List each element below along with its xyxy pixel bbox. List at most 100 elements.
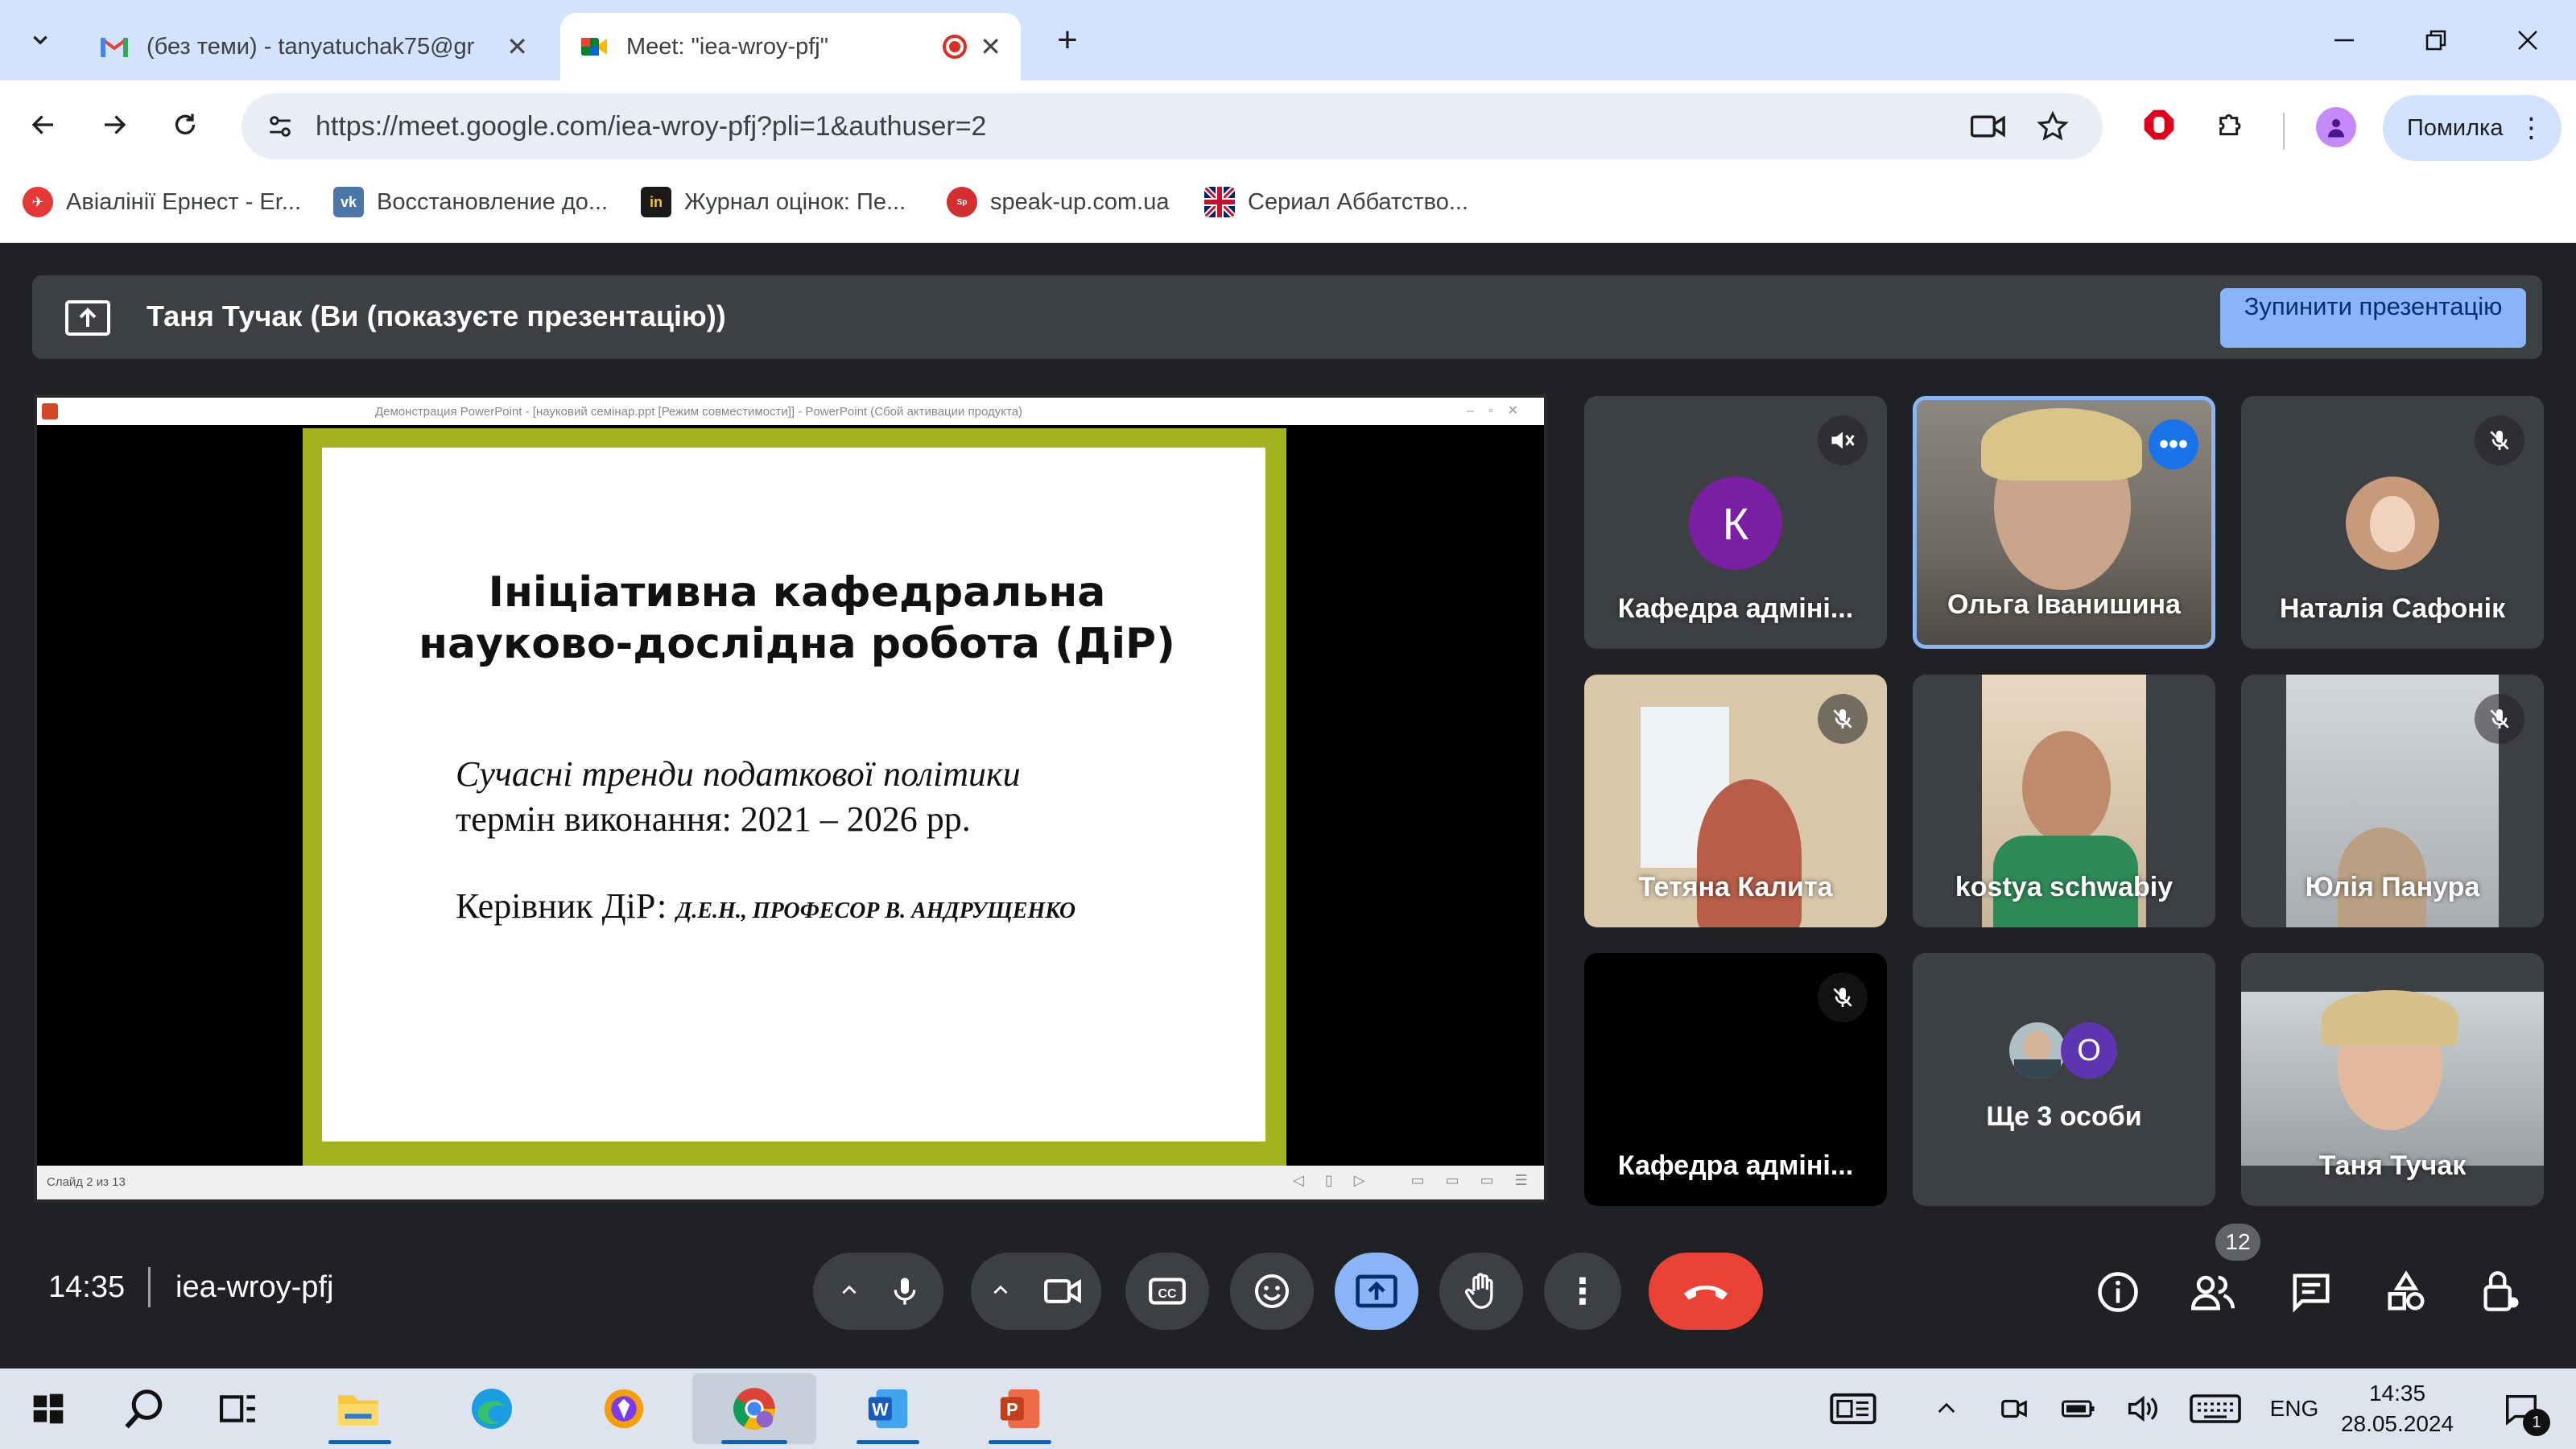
meeting-code: iea-wroy-pfj [175, 1270, 334, 1304]
taskbar-powerpoint[interactable]: P [958, 1373, 1082, 1444]
tab-search-button[interactable] [14, 14, 66, 66]
presenter-label: Таня Тучак (Ви (показуєте презентацію)) [147, 299, 726, 332]
slide: Ініціативна кафедральна науково-дослідна… [322, 448, 1265, 1141]
participant-figure [1697, 779, 1802, 927]
tray-camera-icon[interactable] [1992, 1385, 2037, 1433]
call-end-icon [1684, 1285, 1728, 1300]
participant-tile[interactable]: kostya schwabiy [1913, 675, 2215, 927]
people-button[interactable] [2185, 1264, 2241, 1320]
participant-tile[interactable]: Юлія Панура [2241, 675, 2544, 927]
tab-meet[interactable]: Meet: "iea-wroy-pfj" ✕ [560, 13, 1021, 80]
clock[interactable]: 14:35 28.05.2024 [2341, 1381, 2454, 1436]
notifications-button[interactable]: 1 [2491, 1385, 2552, 1436]
meet-icon [580, 32, 609, 61]
profile-error-chip[interactable]: Помилка ⋮ [2383, 95, 2562, 161]
tab-strip: (без теми) - tanyatuchak75@gr ✕ Meet: "i… [0, 0, 2576, 80]
taskbar-edge[interactable] [431, 1373, 552, 1444]
new-tab-button[interactable]: + [1042, 14, 1093, 66]
folder-icon [338, 1395, 378, 1426]
running-indicator [721, 1440, 787, 1444]
participant-tile[interactable]: Наталія Сафонік [2241, 396, 2544, 649]
participant-tile[interactable]: Тетяна Калита [1584, 675, 1887, 927]
minimize-button[interactable] [2318, 14, 2370, 66]
taskbar-word[interactable]: W [826, 1373, 950, 1444]
camera-button[interactable] [1024, 1253, 1101, 1330]
participant-tile[interactable]: Таня Тучак [2241, 953, 2544, 1206]
restore-button[interactable] [2410, 14, 2462, 66]
meeting-details-button[interactable] [2090, 1264, 2146, 1320]
start-button[interactable] [0, 1373, 97, 1444]
present-button[interactable] [1335, 1253, 1418, 1330]
powerpoint-icon: P [1000, 1389, 1040, 1429]
stop-presenting-button[interactable]: Зупинити презентацію [2220, 288, 2526, 348]
taskbar-vpn-browser[interactable] [564, 1373, 684, 1444]
volume-off-icon [1818, 415, 1868, 465]
activities-button[interactable] [2378, 1264, 2434, 1320]
reload-button[interactable] [159, 99, 211, 151]
bookmark-star-button[interactable] [2027, 101, 2079, 152]
chat-button[interactable] [2283, 1264, 2339, 1320]
mic-button[interactable] [866, 1253, 943, 1330]
profile-avatar-button[interactable] [2310, 101, 2362, 153]
video-camera-icon [1971, 115, 2005, 138]
host-controls-button[interactable] [2473, 1264, 2529, 1320]
extensions-button[interactable] [2206, 99, 2257, 151]
close-icon[interactable]: ✕ [506, 31, 528, 62]
battery-button[interactable] [2054, 1385, 2103, 1433]
news-widget-button[interactable] [1823, 1385, 1884, 1433]
address-bar[interactable]: https://meet.google.com/iea-wroy-pfj?pli… [242, 93, 2103, 159]
taskbar-chrome[interactable] [692, 1373, 816, 1444]
separator [148, 1267, 151, 1307]
puzzle-icon [2219, 114, 2241, 136]
powerpoint-titlebar: Демонстрация PowerPoint - [науковий семі… [37, 398, 1544, 425]
reactions-button[interactable] [1230, 1253, 1314, 1330]
forward-button[interactable] [89, 99, 140, 151]
back-button[interactable] [18, 99, 69, 151]
camera-in-use-button[interactable] [1963, 101, 2014, 152]
avatar [2346, 477, 2439, 570]
taskbar-file-explorer[interactable] [299, 1373, 417, 1444]
bookmark-item[interactable]: in Журнал оцінок: Пе... [641, 187, 906, 217]
leave-call-button[interactable] [1649, 1253, 1763, 1330]
view-controls-icon: ◁▯▷ ▭▭▭☰ [1293, 1172, 1549, 1188]
tab-gmail[interactable]: (без теми) - tanyatuchak75@gr ✕ [80, 13, 547, 80]
bookmark-item[interactable]: Сериал Аббатство... [1204, 187, 1468, 217]
bookmark-item[interactable]: Sp speak-up.com.ua [947, 187, 1169, 217]
extension-adblock-button[interactable] [2133, 99, 2185, 151]
arrow-left-icon [31, 115, 53, 134]
participant-name: Ольга Іванишина [1947, 589, 2181, 620]
mic-icon [894, 1278, 916, 1305]
participant-tile[interactable]: ••• Ольга Іванишина [1913, 396, 2215, 649]
participant-tile[interactable]: К Кафедра адміні... [1584, 396, 1887, 649]
chevron-up-icon [993, 1285, 1008, 1294]
participant-tile[interactable]: Кафедра адміні... [1584, 953, 1887, 1206]
bookmark-label: Восстановление до... [377, 188, 609, 215]
running-indicator [857, 1440, 919, 1444]
tray-overflow-button[interactable] [1924, 1385, 1969, 1433]
close-window-button[interactable] [2502, 14, 2553, 66]
participant-name: Таня Тучак [2318, 1150, 2467, 1181]
bookmark-item[interactable]: vk Восстановление до... [333, 187, 608, 217]
chevron-up-icon [1938, 1402, 1955, 1413]
captions-button[interactable]: CC [1125, 1253, 1209, 1330]
more-options-button[interactable]: ⋮ [1544, 1253, 1621, 1330]
slide-leader-name: Д.Е.Н., ПРОФЕСОР В. АНДРУЩЕНКО [676, 898, 1076, 923]
site-info-button[interactable] [254, 101, 306, 152]
volume-button[interactable] [2119, 1385, 2167, 1433]
raise-hand-button[interactable] [1439, 1253, 1523, 1330]
bookmark-item[interactable]: ✈ Авіалінії Ернест - Er... [23, 187, 301, 217]
keyboard-button[interactable] [2185, 1385, 2246, 1433]
window-controls-icon: –▫✕ [1467, 404, 1533, 418]
journal-icon: in [641, 187, 671, 217]
language-indicator[interactable]: ENG [2264, 1385, 2325, 1433]
task-view-button[interactable] [182, 1373, 295, 1444]
close-icon[interactable]: ✕ [980, 31, 1001, 62]
mic-options-button[interactable] [829, 1270, 869, 1311]
edge-icon [472, 1389, 512, 1429]
more-vert-icon[interactable]: ⋮ [2517, 112, 2545, 144]
toolbar-divider [2283, 113, 2285, 150]
reload-icon [175, 114, 196, 134]
url-text[interactable]: https://meet.google.com/iea-wroy-pfj?pli… [316, 111, 986, 142]
more-participants-tile[interactable]: О Ще 3 особи [1913, 953, 2215, 1206]
camera-options-button[interactable] [980, 1270, 1021, 1311]
